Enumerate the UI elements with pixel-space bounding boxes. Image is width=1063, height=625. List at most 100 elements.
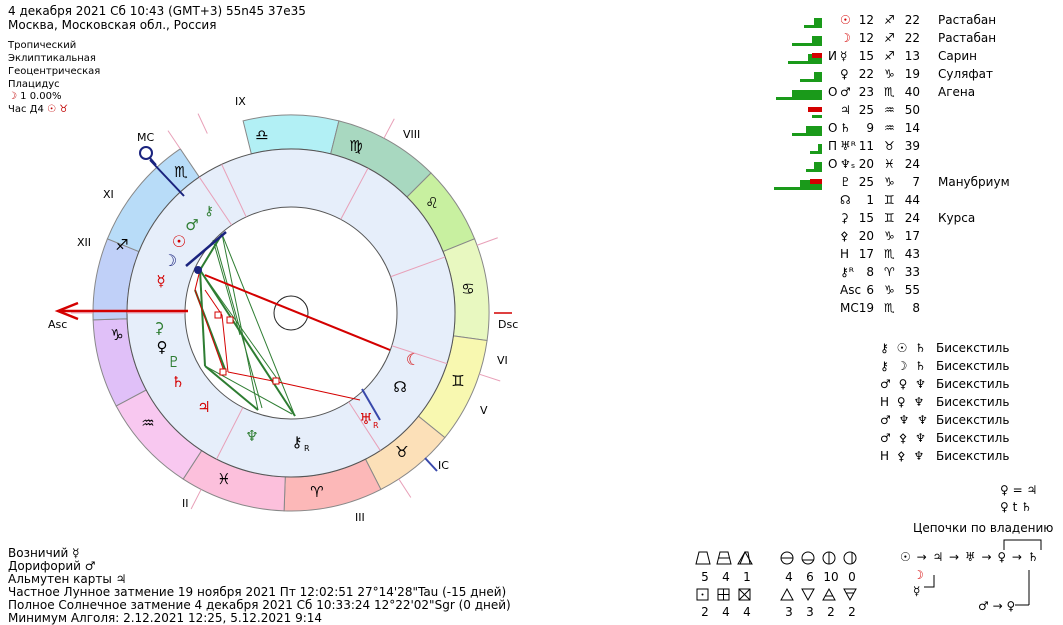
element-count: 0: [848, 570, 856, 584]
planet-row[interactable]: ⚷ᴿ 8 ♈ 33: [760, 265, 1020, 283]
neptune-icon: ♆: [245, 427, 258, 445]
modality-count: 3: [785, 605, 793, 619]
planet-sign-icon: ♈: [884, 265, 895, 279]
planet-minute: 24: [904, 157, 920, 171]
planet-strength-bar: [804, 25, 822, 28]
mercury-icon: ☿: [156, 272, 165, 290]
aspect-row[interactable]: ♂ ⚴ ♆ Бисекстиль: [880, 431, 1020, 449]
saturn-icon: ♄: [171, 373, 184, 391]
planet-row[interactable]: ⚴ 20 ♑ 17: [760, 229, 1020, 247]
planet-degree: 9: [866, 121, 874, 135]
planet-row[interactable]: ☉ 12 ♐ 22 Растабан: [760, 13, 1020, 31]
house-12-label: XII: [77, 236, 91, 249]
planet-sign-icon: ♊: [884, 193, 895, 207]
house-3-label: III: [355, 511, 365, 524]
aspect-row[interactable]: ⚷ ☉ ♄ Бисекстиль: [880, 341, 1020, 359]
planet-row[interactable]: H 17 ♏ 43: [760, 247, 1020, 265]
planet-glyph-icon: ⚳: [840, 211, 849, 225]
planet-degree: 6: [866, 283, 874, 297]
aspect-name: Бисекстиль: [936, 395, 1010, 409]
virgo-icon: ♍: [349, 137, 362, 155]
planet-row[interactable]: П ♅ᴿ 11 ♉ 39: [760, 139, 1020, 157]
aspect-row[interactable]: H ⚴ ♆ Бисекстиль: [880, 449, 1020, 467]
planet-row[interactable]: Asc 6 ♑ 55: [760, 283, 1020, 301]
modality-count: 3: [806, 605, 814, 619]
planet-glyph-icon: ⚷ᴿ: [840, 265, 855, 279]
planet-dignity-mark: И: [828, 49, 837, 63]
planet-fixed-star: Манубриум: [938, 175, 1010, 189]
planet-degree: 22: [858, 67, 874, 81]
planet-sign-icon: ♏: [884, 247, 895, 261]
ceres-icon: ⚳: [154, 319, 165, 337]
planet-minute: 50: [904, 103, 920, 117]
planet-degree: 20: [858, 229, 874, 243]
libra-icon: ♎: [255, 126, 268, 144]
planet-strength-bar: [792, 90, 822, 97]
planet-row[interactable]: ♀ 22 ♑ 19 Суляфат: [760, 67, 1020, 85]
house-2-label: II: [182, 497, 189, 510]
planet-minute: 14: [904, 121, 920, 135]
capricorn-icon: ♑: [110, 326, 123, 344]
planet-degree: 1: [866, 193, 874, 207]
house-6-label: VI: [497, 354, 508, 367]
planet-debility-bar: [808, 107, 822, 112]
planet-strength-bar: [774, 187, 822, 190]
planet-glyph-icon: ♂: [840, 85, 851, 99]
leo-icon: ♌: [425, 194, 438, 212]
planet-row[interactable]: ⚳ 15 ♊ 24 Курса: [760, 211, 1020, 229]
chiron-retro-mark: R: [304, 444, 310, 453]
planet-minute: 39: [904, 139, 920, 153]
pluto-icon: ♇: [167, 353, 180, 371]
planet-glyph-icon: ♃: [840, 103, 851, 117]
planet-row[interactable]: MC 19 ♏ 8: [760, 301, 1020, 319]
planet-row[interactable]: ☽ 12 ♐ 22 Растабан: [760, 31, 1020, 49]
planet-glyph-icon: ☿: [840, 49, 848, 63]
house-cusp-line: [190, 489, 202, 510]
planet-degree: 23: [858, 85, 874, 99]
planet-sign-icon: ♉: [884, 139, 895, 153]
planet-sign-icon: ♑: [884, 67, 895, 81]
planet-sign-icon: ♏: [884, 301, 895, 315]
aspect-name: Бисекстиль: [936, 431, 1010, 445]
element-count: 5: [701, 570, 709, 584]
planet-strength-bar: [814, 162, 822, 169]
planet-row[interactable]: О ♆ₛ 20 ♓ 24: [760, 157, 1020, 175]
planet-glyph-icon: ♇: [840, 175, 851, 189]
house-cusp-line: [398, 478, 412, 498]
planet-glyph-icon: ♅ᴿ: [840, 139, 857, 153]
sun-moon-conjunction-dot: [194, 266, 202, 274]
aspect-row[interactable]: ♂ ♀ ♆ Бисекстиль: [880, 377, 1020, 395]
planet-row[interactable]: ☊ 1 ♊ 44: [760, 193, 1020, 211]
planet-strength-bar: [792, 133, 822, 136]
planet-glyph-icon: ♆ₛ: [840, 157, 856, 171]
north-node-icon: ☊: [393, 378, 406, 396]
aspect-row[interactable]: ♂ ♆ ♆ Бисекстиль: [880, 413, 1020, 431]
house-cusp-line: [476, 237, 498, 246]
aspect-row[interactable]: H ♀ ♆ Бисекстиль: [880, 395, 1020, 413]
planet-strength-bar: [792, 43, 822, 46]
planet-sign-icon: ♑: [884, 175, 895, 189]
modality-count: 4: [743, 605, 751, 619]
planet-row[interactable]: ♇ 25 ♑ 7 Манубриум: [760, 175, 1020, 193]
planet-strength-bar: [812, 36, 822, 43]
planet-minute: 7: [912, 175, 920, 189]
planet-strength-bar: [818, 144, 822, 151]
planet-sign-icon: ♐: [884, 13, 895, 27]
aspect-row[interactable]: ⚷ ☽ ♄ Бисекстиль: [880, 359, 1020, 377]
planet-row[interactable]: И ☿ 15 ♐ 13 Сарин: [760, 49, 1020, 67]
aspect-glyphs-icon: H ⚴ ♆: [880, 449, 927, 463]
planet-fixed-star: Агена: [938, 85, 976, 99]
planet-degree: 8: [866, 265, 874, 279]
taurus-icon: ♉: [395, 443, 408, 461]
natal-chart-wheel[interactable]: Asc Dsc MC IC IX VIII VI V III II XI XII…: [0, 0, 600, 540]
dsc-label: Dsc: [498, 318, 518, 331]
planet-degree: 25: [858, 103, 874, 117]
planet-strength-bar: [800, 79, 822, 82]
planet-row[interactable]: О ♄ 9 ♒ 14: [760, 121, 1020, 139]
chart-center: [273, 295, 309, 331]
hygiea-icon: ⚷: [204, 204, 214, 219]
planet-row[interactable]: ♃ 25 ♒ 50: [760, 103, 1020, 121]
planet-row[interactable]: О ♂ 23 ♏ 40 Агена: [760, 85, 1020, 103]
gemini-icon: ♊: [451, 372, 464, 390]
planet-strength-bar: [776, 97, 822, 100]
